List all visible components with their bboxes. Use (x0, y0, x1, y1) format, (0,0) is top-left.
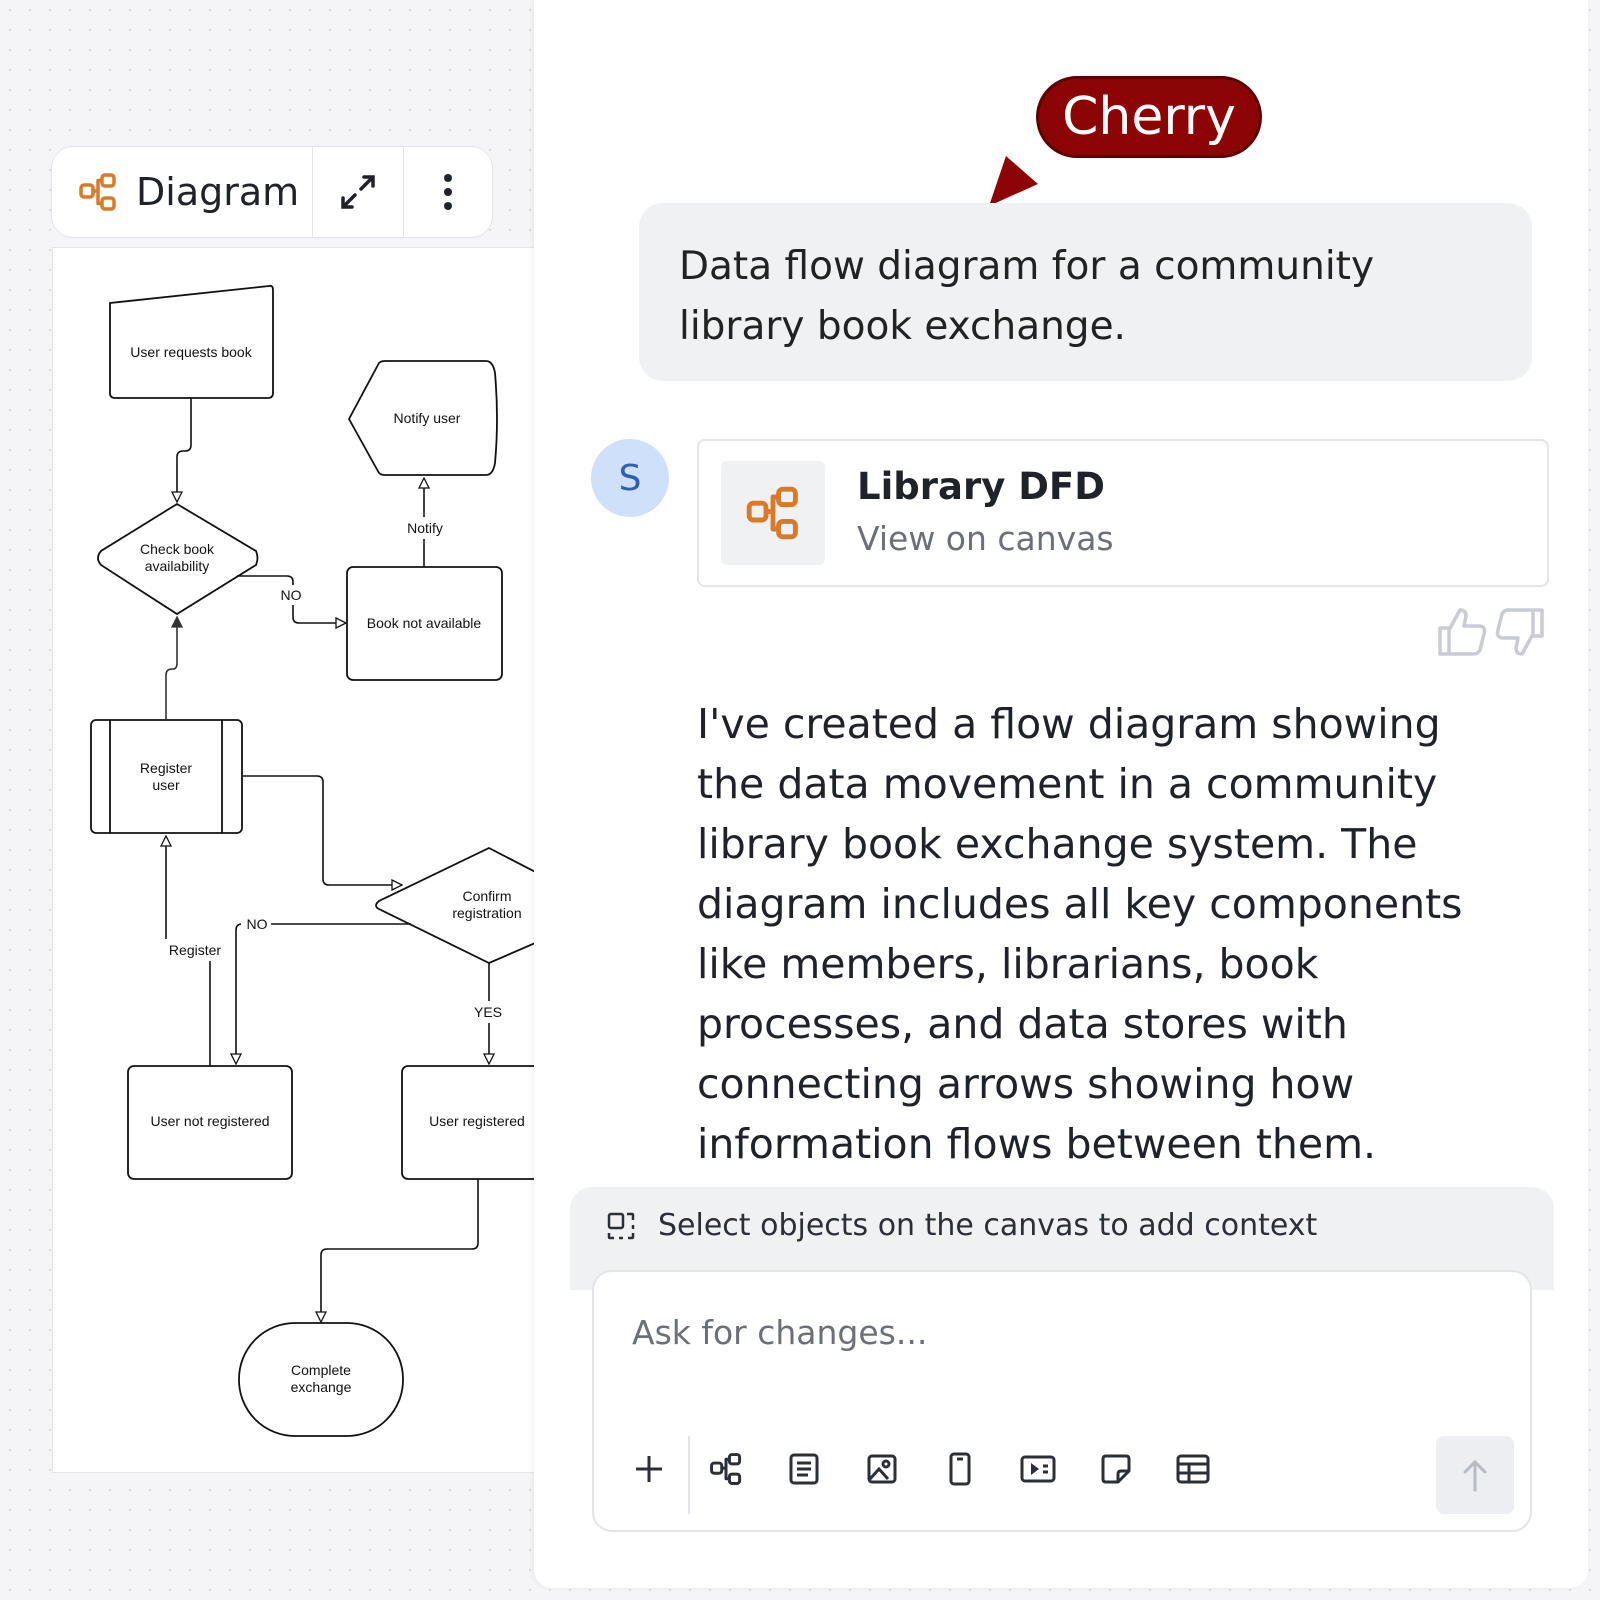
diagram-icon (79, 173, 116, 211)
context-hint[interactable]: Select objects on the canvas to add cont… (606, 1208, 1317, 1243)
diagram-canvas[interactable]: User requests book Notify user Check boo… (52, 247, 542, 1473)
diagram-title: Diagram (136, 170, 300, 214)
arrow-up-icon (1463, 1459, 1487, 1492)
label-register-user-1: Register (140, 760, 192, 776)
edge-confirm-no (236, 923, 411, 1063)
table-icon (1176, 1454, 1210, 1484)
view-on-canvas-link[interactable]: View on canvas (857, 519, 1114, 558)
label-confirm-2: registration (452, 905, 521, 921)
more-button[interactable] (404, 147, 492, 237)
edge-label-no-2: NO (247, 916, 268, 932)
edge-request-to-check (177, 398, 192, 501)
add-button[interactable] (626, 1446, 672, 1492)
edge-register-to-check (165, 618, 177, 720)
expand-icon (341, 175, 375, 209)
thumbs-up-icon[interactable] (1436, 606, 1488, 658)
node-user-requests-book[interactable] (109, 284, 274, 399)
ask-for-changes-input[interactable] (630, 1312, 1394, 1353)
composer (592, 1270, 1532, 1532)
label-complete-2: exchange (291, 1379, 352, 1395)
user-message: Data flow diagram for a community librar… (639, 203, 1532, 381)
send-button[interactable] (1436, 1436, 1514, 1514)
insert-document-button[interactable] (781, 1446, 827, 1492)
diagram-title-button[interactable]: Diagram (52, 147, 313, 237)
collaborator-cursor-icon (989, 156, 1038, 206)
artifact-icon-box (721, 461, 825, 565)
edge-label-register: Register (169, 942, 221, 958)
label-check-book-2: availability (145, 558, 210, 574)
insert-mobile-button[interactable] (937, 1446, 983, 1492)
plus-icon (636, 1456, 662, 1482)
label-confirm-1: Confirm (462, 888, 511, 904)
edge-label-no-1: NO (281, 587, 302, 603)
insert-diagram-button[interactable] (703, 1446, 749, 1492)
label-user-requests-book: User requests book (130, 344, 252, 360)
insert-slides-button[interactable] (1015, 1446, 1061, 1492)
flow-diagram: User requests book Notify user Check boo… (90, 284, 541, 1437)
image-icon (867, 1454, 897, 1484)
artifact-title: Library DFD (857, 465, 1105, 508)
select-objects-icon (607, 1212, 635, 1239)
diagram-icon (710, 1453, 742, 1485)
document-icon (789, 1453, 819, 1485)
label-complete-1: Complete (291, 1362, 351, 1378)
label-register-user-2: user (152, 777, 180, 793)
edge-register-to-confirm (242, 775, 401, 885)
collaborator-cursor-label: Cherry (1036, 76, 1262, 158)
more-vertical-icon (444, 174, 452, 210)
label-notify-user: Notify user (394, 410, 461, 426)
edge-label-yes: YES (474, 1004, 502, 1020)
label-user-registered: User registered (429, 1113, 525, 1129)
label-check-book-1: Check book (140, 541, 215, 557)
diagram-toolbar: Diagram (51, 146, 493, 238)
context-hint-text: Select objects on the canvas to add cont… (658, 1208, 1318, 1243)
thumbs-down-icon[interactable] (1494, 606, 1546, 658)
insert-sticky-note-button[interactable] (1093, 1446, 1139, 1492)
edge-label-notify: Notify (407, 520, 443, 536)
label-book-not-available: Book not available (367, 615, 482, 631)
insert-image-button[interactable] (859, 1446, 905, 1492)
diagram-icon (746, 486, 798, 540)
label-user-not-registered: User not registered (150, 1113, 269, 1129)
tool-divider (688, 1436, 690, 1514)
slides-icon (1020, 1455, 1056, 1483)
artifact-card[interactable]: Library DFD View on canvas (697, 439, 1549, 587)
insert-table-button[interactable] (1170, 1446, 1216, 1492)
expand-button[interactable] (313, 147, 404, 237)
assistant-avatar: S (591, 439, 669, 517)
mobile-icon (949, 1452, 971, 1486)
assistant-response: I've created a flow diagram showing the … (697, 700, 1463, 1168)
edge-registered-to-complete (321, 1179, 479, 1321)
sticky-note-icon (1101, 1454, 1131, 1484)
